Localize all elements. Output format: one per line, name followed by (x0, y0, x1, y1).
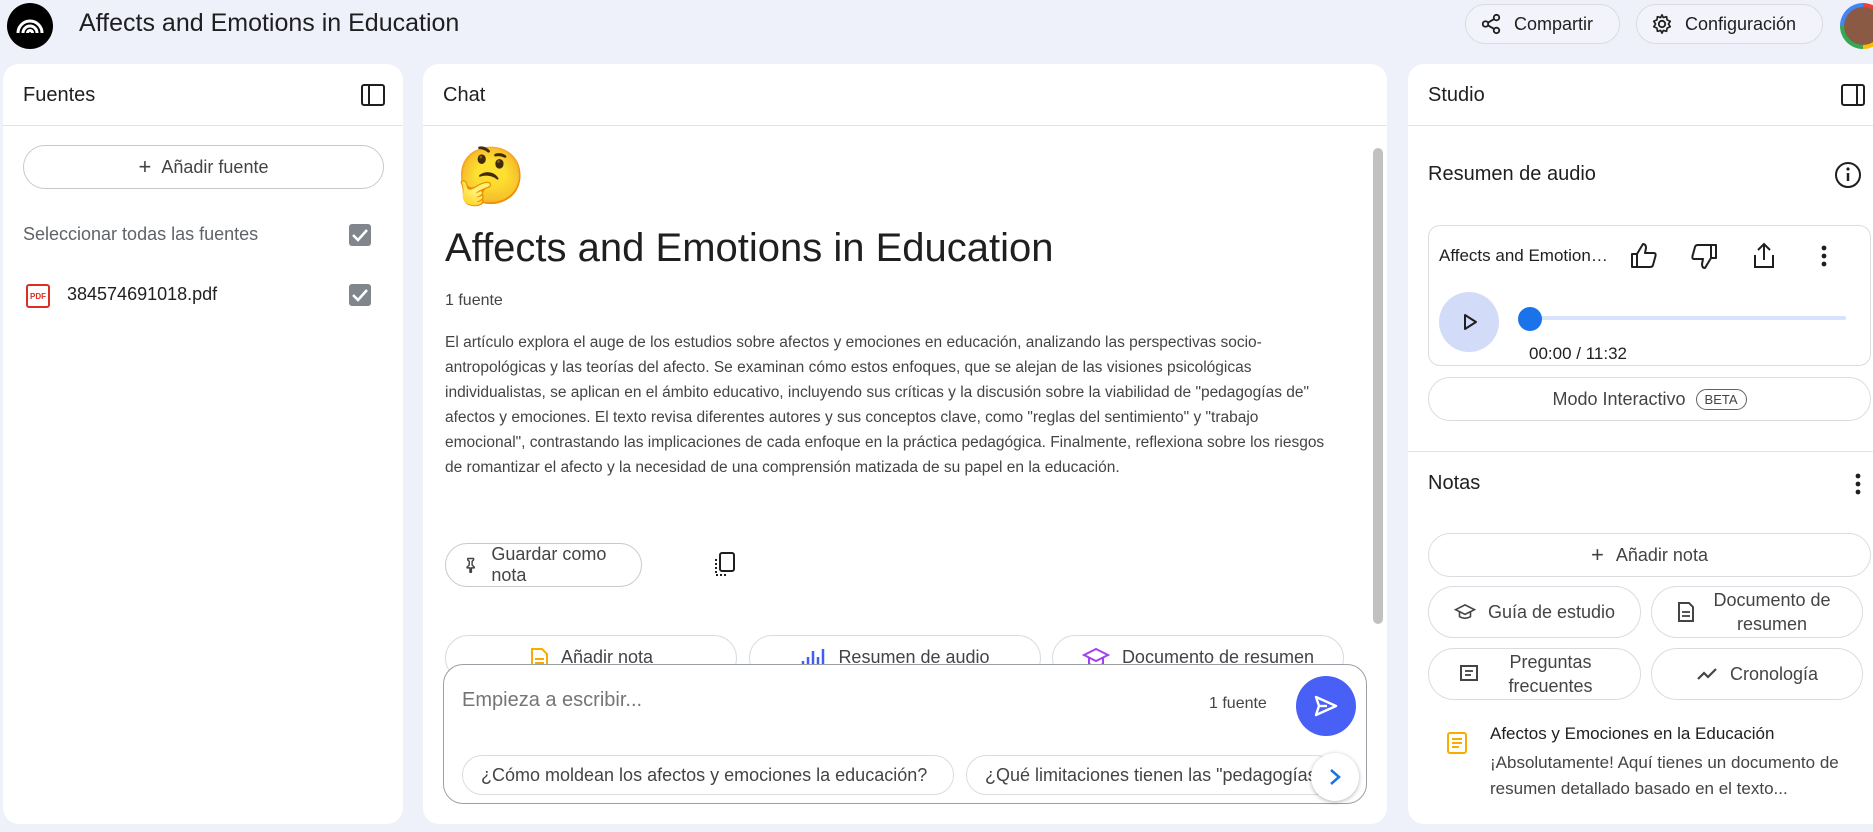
send-icon (1314, 695, 1338, 717)
study-guide-label: Guía de estudio (1487, 602, 1616, 622)
check-icon (352, 229, 368, 242)
select-all-label: Seleccionar todas las fuentes (23, 224, 259, 244)
chat-scrollbar[interactable] (1373, 148, 1383, 624)
notebooklm-logo-icon[interactable] (7, 3, 53, 49)
select-all-checkbox[interactable] (349, 224, 371, 246)
suggestion-chip[interactable]: ¿Qué limitaciones tienen las "pedagogías (966, 755, 1336, 795)
interactive-mode-button[interactable]: Modo Interactivo BETA (1428, 377, 1871, 421)
share-button[interactable]: Compartir (1465, 4, 1620, 44)
more-vert-icon[interactable] (1848, 469, 1868, 499)
note-snippet: ¡Absolutamente! Aquí tienes un documento… (1490, 753, 1839, 798)
collapse-panel-icon[interactable] (1840, 82, 1866, 108)
notes-title: Notas (1428, 472, 1481, 494)
source-checkbox[interactable] (349, 284, 371, 306)
plus-icon: + (138, 154, 152, 179)
collapse-panel-icon[interactable] (360, 82, 386, 108)
notebook-title: Affects and Emotions in Education (445, 226, 1054, 270)
add-source-label: Añadir fuente (161, 156, 269, 177)
trending-icon (1697, 668, 1717, 680)
audio-time: 00:00 / 11:32 (1529, 344, 1627, 363)
save-note-label: Guardar como nota (491, 544, 607, 585)
faq-button[interactable]: Preguntas frecuentes (1428, 648, 1641, 700)
add-note-label: Añadir nota (1615, 545, 1708, 565)
school-icon (1453, 604, 1476, 620)
gear-icon (1652, 14, 1672, 34)
app-title[interactable]: Affects and Emotions in Education (79, 9, 459, 38)
document-icon (1678, 602, 1694, 622)
sources-header: Fuentes (3, 64, 403, 126)
studio-header: Studio (1408, 64, 1873, 126)
thinking-face-icon: 🤔 (456, 144, 526, 207)
play-icon (1464, 314, 1477, 330)
source-item-name[interactable]: 384574691018.pdf (67, 284, 217, 305)
chat-header: Chat (423, 64, 1387, 126)
chat-panel: Chat 🤔 Affects and Emotions in Education… (423, 64, 1387, 824)
summary-doc-label: Documento de resumen (1713, 590, 1831, 634)
faq-icon (1459, 665, 1478, 681)
pdf-icon: PDF (26, 284, 50, 308)
thumbs-up-icon[interactable] (1629, 241, 1659, 271)
add-source-button[interactable]: + Añadir fuente (23, 145, 384, 189)
settings-label: Configuración (1685, 13, 1797, 34)
play-button[interactable] (1439, 292, 1499, 352)
next-suggestions-button[interactable] (1311, 753, 1359, 801)
section-divider (1408, 451, 1873, 452)
audio-section-title: Resumen de audio (1428, 163, 1596, 185)
chat-composer: 1 fuente ¿Cómo moldean los afectos y emo… (443, 664, 1367, 804)
timeline-button[interactable]: Cronología (1651, 648, 1863, 700)
study-guide-button[interactable]: Guía de estudio (1428, 586, 1641, 638)
chevron-right-icon (1330, 769, 1341, 785)
beta-badge: BETA (1695, 388, 1747, 410)
share-label: Compartir (1514, 13, 1594, 34)
audio-overview-card: Affects and Emotions in Education 00:00 … (1428, 225, 1871, 366)
sources-title: Fuentes (23, 84, 96, 106)
note-icon (1447, 732, 1467, 754)
chat-input[interactable] (462, 689, 1062, 712)
audio-progress-thumb[interactable] (1518, 307, 1542, 331)
add-note-button[interactable]: + Añadir nota (1428, 533, 1871, 577)
avatar[interactable] (1840, 3, 1873, 49)
studio-panel: Studio Resumen de audio Affects and Emot… (1408, 64, 1873, 824)
upload-share-icon[interactable] (1749, 241, 1779, 271)
info-icon[interactable] (1834, 161, 1862, 189)
share-icon (1481, 13, 1501, 35)
faq-label: Preguntas frecuentes (1508, 652, 1593, 696)
studio-title: Studio (1428, 84, 1485, 106)
settings-button[interactable]: Configuración (1636, 4, 1823, 44)
check-icon (352, 289, 368, 302)
copy-icon[interactable] (712, 551, 738, 579)
interactive-mode-label: Modo Interactivo (1552, 388, 1686, 409)
pin-icon (466, 557, 476, 573)
send-button[interactable] (1296, 676, 1356, 736)
sources-panel: Fuentes + Añadir fuente Seleccionar toda… (3, 64, 403, 824)
notebook-summary: El artículo explora el auge de los estud… (445, 334, 1325, 476)
source-count: 1 fuente (445, 292, 503, 309)
summary-doc-button[interactable]: Documento de resumen (1651, 586, 1863, 638)
composer-source-count: 1 fuente (1209, 695, 1267, 712)
suggestion-chip[interactable]: ¿Cómo moldean los afectos y emociones la… (462, 755, 954, 795)
avatar-photo (1844, 7, 1873, 45)
audio-progress-track[interactable] (1521, 316, 1846, 320)
plus-icon: + (1591, 542, 1604, 567)
audio-title: Affects and Emotions in Education (1439, 246, 1614, 265)
top-bar: Affects and Emotions in Education Compar… (0, 0, 1873, 50)
timeline-label: Cronología (1729, 664, 1819, 684)
chat-title: Chat (443, 84, 486, 106)
more-vert-icon[interactable] (1809, 241, 1839, 271)
save-as-note-button[interactable]: Guardar como nota (445, 543, 642, 587)
thumbs-down-icon[interactable] (1689, 241, 1719, 271)
note-title: Afectos y Emociones en la Educación (1490, 724, 1775, 743)
